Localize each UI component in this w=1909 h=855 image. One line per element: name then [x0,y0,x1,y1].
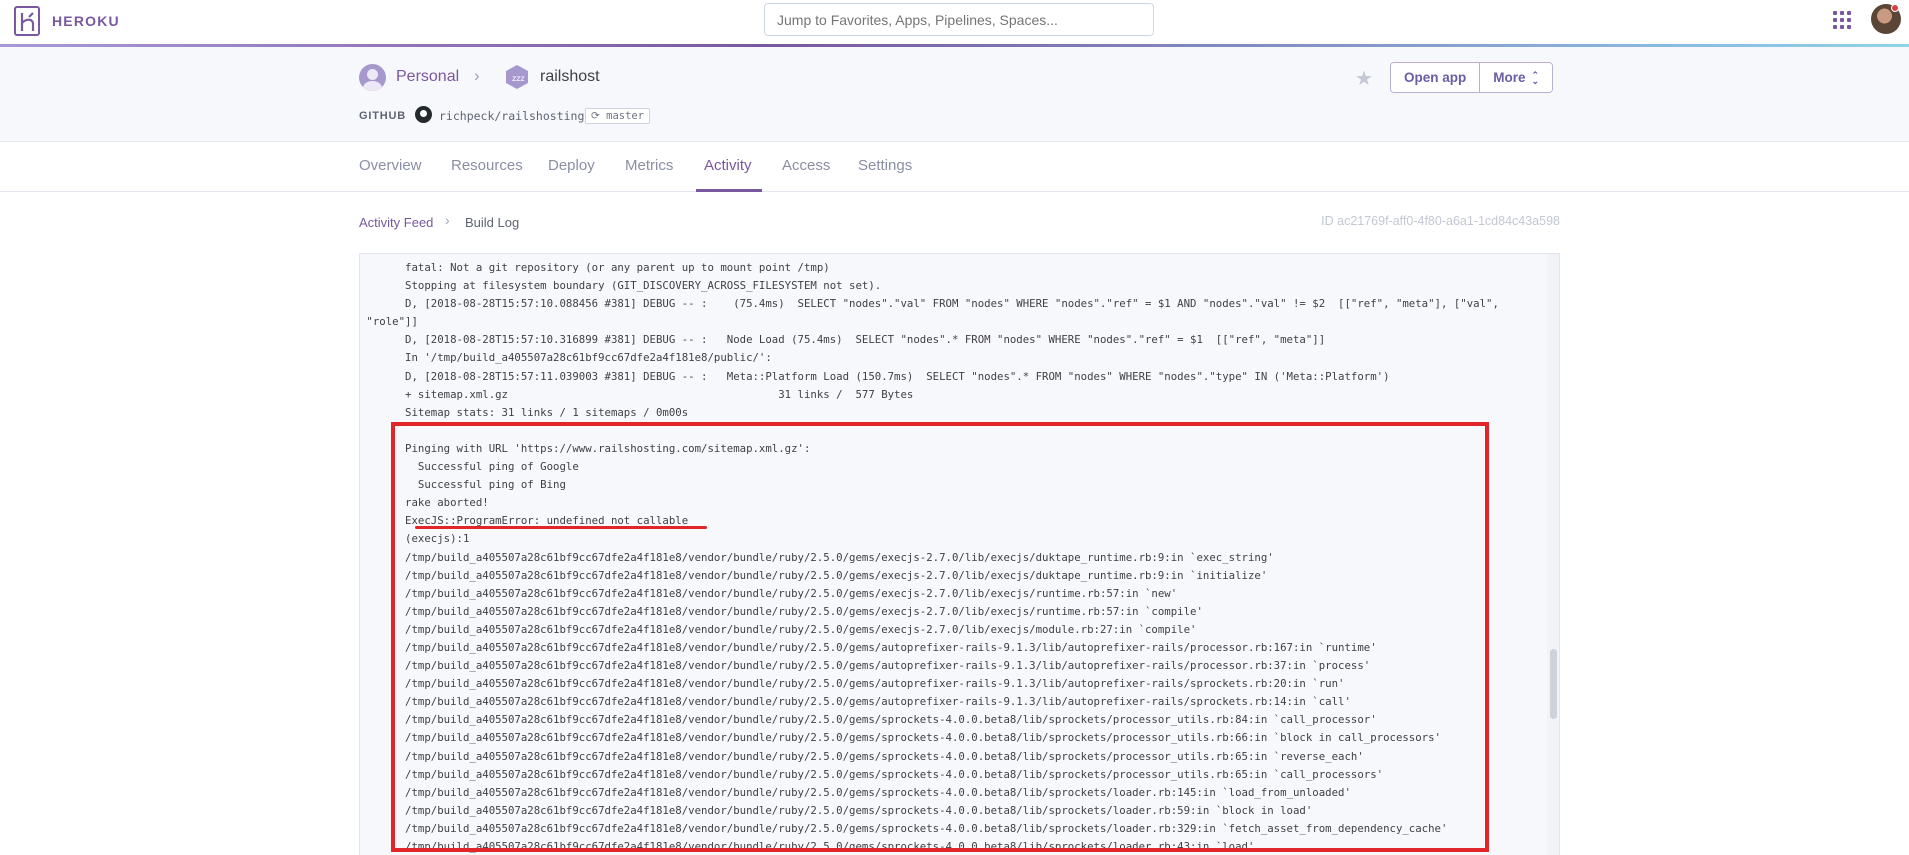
log-line: D, [2018-08-28T15:57:11.039003 #381] DEB… [360,369,1390,383]
tab-deploy[interactable]: Deploy [548,157,595,174]
log-scrollbar[interactable] [1547,254,1559,855]
log-line: Sitemap stats: 31 links / 1 sitemaps / 0… [360,405,689,419]
app-sleeping-icon: zzz [504,64,530,90]
apps-grid-icon[interactable] [1833,11,1851,29]
more-button[interactable]: More ⌃ ⌄ [1479,63,1553,92]
scrollbar-thumb[interactable] [1550,649,1557,719]
log-line: fatal: Not a git repository (or any pare… [360,261,830,274]
search-input[interactable] [764,3,1154,36]
tab-overview[interactable]: Overview [359,157,422,174]
log-line: + sitemap.xml.gz 31 links / 577 Bytes [360,387,914,401]
tab-metrics[interactable]: Metrics [625,157,673,174]
app-actions: Open app More ⌃ ⌄ [1390,62,1554,93]
tab-activity[interactable]: Activity [704,157,752,174]
branch-badge: ⟳ master [585,108,651,124]
refresh-icon: ⟳ [591,110,607,122]
favorite-star-icon[interactable]: ★ [1355,66,1373,91]
log-line: D, [2018-08-28T15:57:10.088456 #381] DEB… [360,297,1499,311]
branch-name: master [606,110,645,122]
source-label: GITHUB [359,110,406,122]
chevron-right-icon: › [445,212,450,228]
highlight-box [391,422,1489,852]
build-log-title: Build Log [465,215,520,230]
heroku-logo-icon[interactable] [14,6,40,36]
build-id: ID ac21769f-aff0-4f80-a6a1-1cd84c43a598 [1321,214,1560,228]
activity-feed-link[interactable]: Activity Feed [359,215,433,230]
log-line: D, [2018-08-28T15:57:10.316899 #381] DEB… [360,333,1326,347]
repo-link[interactable]: richpeck/railshosting [439,109,584,123]
more-label: More [1493,70,1526,85]
log-line: In '/tmp/build_a405507a28c61bf9cc67dfe2a… [360,351,772,365]
app-header [0,47,1909,142]
notification-badge [1891,4,1899,12]
tab-settings[interactable]: Settings [858,157,912,174]
open-app-button[interactable]: Open app [1391,63,1480,92]
app-tabs: Overview Resources Deploy Metrics Activi… [0,142,1909,192]
log-line: "role"]] [360,315,418,329]
account-link[interactable]: Personal [396,68,459,86]
heroku-logo-text[interactable]: HEROKU [52,13,120,29]
svg-text:zzz: zzz [512,74,525,83]
personal-account-icon[interactable] [359,64,386,91]
tab-resources[interactable]: Resources [451,157,523,174]
log-line: Stopping at filesystem boundary (GIT_DIS… [360,279,882,293]
error-underline [415,526,707,529]
chevron-updown-icon: ⌃ ⌄ [1531,70,1540,87]
active-tab-indicator [696,189,762,192]
tab-access[interactable]: Access [782,157,830,174]
app-name: railshost [540,68,600,85]
chevron-right-icon: › [474,66,480,85]
github-icon [415,106,432,123]
